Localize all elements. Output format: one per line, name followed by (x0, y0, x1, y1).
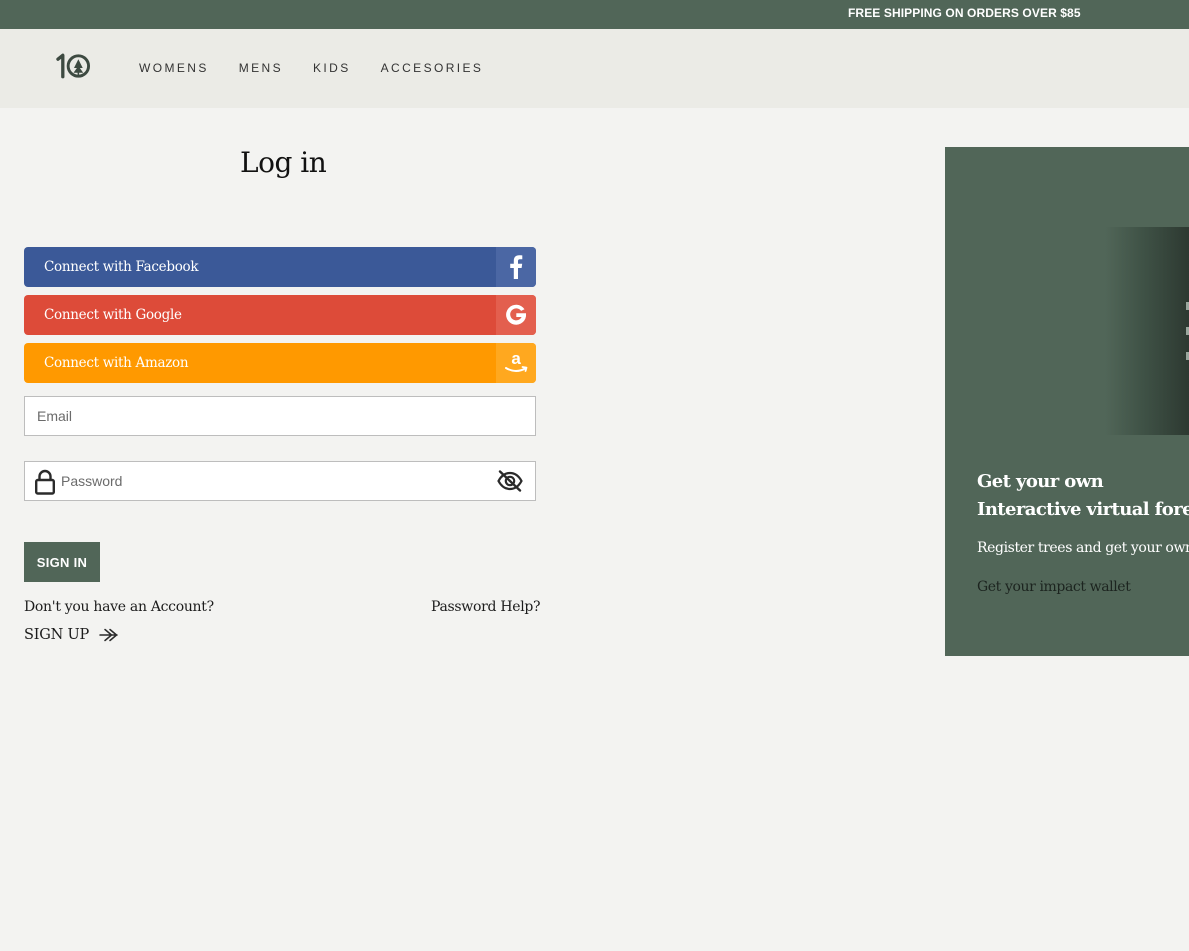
password-field[interactable] (61, 462, 481, 500)
google-icon (496, 295, 536, 335)
toggle-password-visibility-icon[interactable] (497, 470, 523, 497)
facebook-login-button[interactable]: Connect with Facebook (24, 247, 536, 287)
promo-subtext: Register trees and get your own (977, 540, 1189, 556)
password-field-wrapper (24, 461, 536, 501)
double-arrow-right-icon (99, 628, 118, 642)
sign-up-label: SIGN UP (24, 627, 90, 643)
sign-in-button[interactable]: SIGN IN (24, 542, 100, 582)
site-header: 10 WOMENS MENS KIDS ACCESORIES (0, 29, 1189, 108)
svg-text:a: a (511, 349, 521, 368)
email-field[interactable] (37, 397, 517, 435)
nav-mens[interactable]: MENS (239, 61, 283, 75)
facebook-icon (496, 247, 536, 287)
sign-up-link[interactable]: SIGN UP (24, 627, 119, 643)
nav-womens[interactable]: WOMENS (139, 61, 209, 75)
password-help-link[interactable]: Password Help? (431, 599, 541, 615)
nav-kids[interactable]: KIDS (313, 61, 351, 75)
promo-heading-line2: Interactive virtual forest (977, 499, 1189, 520)
google-button-label: Connect with Google (44, 307, 182, 323)
lock-icon (34, 469, 56, 500)
tentree-logo-icon (56, 53, 91, 79)
main-nav: WOMENS MENS KIDS ACCESORIES (139, 61, 513, 75)
nav-accessories[interactable]: ACCESORIES (381, 61, 484, 75)
promo-image (1105, 227, 1189, 435)
promo-heading-line1: Get your own (977, 471, 1104, 492)
promo-heading: Get your own Interactive virtual forest (977, 468, 1189, 524)
email-field-wrapper (24, 396, 536, 436)
facebook-button-label: Connect with Facebook (44, 259, 199, 275)
free-shipping-text: FREE SHIPPING ON ORDERS OVER $85 (848, 6, 1081, 20)
amazon-icon: a (496, 343, 536, 383)
google-login-button[interactable]: Connect with Google (24, 295, 536, 335)
page-title: Log in (240, 146, 327, 179)
announcement-bar: FREE SHIPPING ON ORDERS OVER $85 (0, 0, 1189, 29)
brand-logo[interactable]: 10 (55, 53, 91, 79)
amazon-login-button[interactable]: Connect with Amazon a (24, 343, 536, 383)
amazon-button-label: Connect with Amazon (44, 355, 189, 371)
impact-wallet-link[interactable]: Get your impact wallet (977, 579, 1131, 595)
virtual-forest-promo: Get your own Interactive virtual forest … (945, 147, 1189, 656)
no-account-text: Don't you have an Account? (24, 599, 214, 615)
